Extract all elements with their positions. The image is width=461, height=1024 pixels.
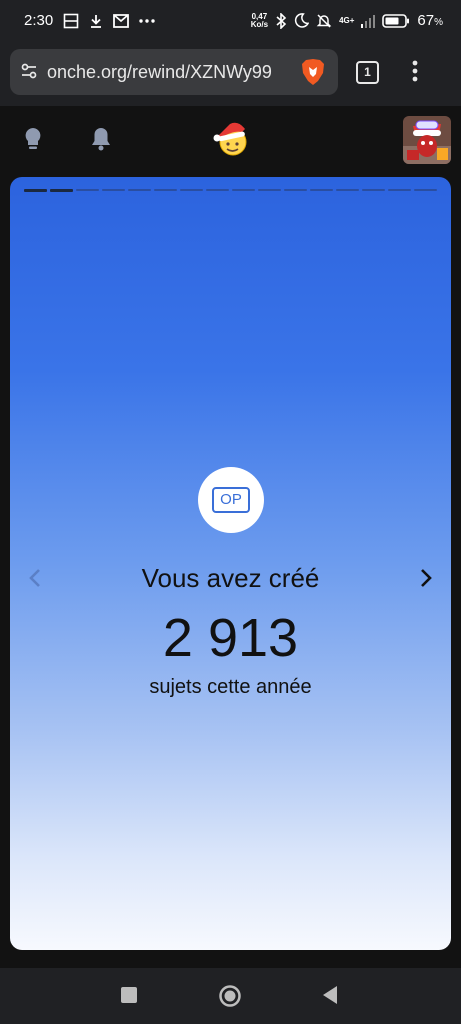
silent-bell-icon (316, 13, 332, 28)
santa-smiley-logo-icon[interactable] (212, 120, 250, 158)
progress-segment (24, 189, 47, 192)
system-navigation-bar (0, 968, 461, 1024)
more-notifications-icon (139, 18, 155, 23)
progress-segment (50, 189, 73, 192)
progress-segment (154, 189, 177, 191)
progress-segment (284, 189, 307, 191)
progress-segment (258, 189, 281, 191)
notifications-bell-icon[interactable] (90, 126, 112, 152)
story-progress-bar (24, 189, 437, 192)
op-badge-icon: OP (212, 487, 250, 513)
mail-icon (113, 13, 130, 28)
brave-shields-icon[interactable] (300, 58, 326, 86)
battery-percent: 67 (417, 12, 435, 29)
progress-segment (414, 189, 437, 191)
home-button-icon[interactable] (218, 984, 242, 1008)
progress-segment (388, 189, 411, 191)
battery-unit: % (434, 17, 443, 28)
progress-segment (76, 189, 99, 191)
tab-switcher-button[interactable]: 1 (356, 61, 379, 84)
do-not-disturb-moon-icon (295, 13, 310, 28)
site-header (0, 106, 461, 170)
user-avatar[interactable] (403, 116, 451, 164)
browser-menu-icon[interactable] (412, 60, 418, 82)
progress-segment (180, 189, 203, 191)
back-button-icon[interactable] (321, 984, 339, 1006)
progress-segment (362, 189, 385, 191)
signal-icon (361, 14, 376, 28)
site-settings-icon[interactable] (20, 62, 38, 80)
progress-segment (310, 189, 333, 191)
battery-icon (382, 13, 410, 28)
avatar-image (403, 116, 451, 164)
progress-segment (336, 189, 359, 191)
screen: 2:30 0,47 Ko/s 4G+ 67% onche.org/rewind/… (0, 0, 461, 1024)
network-type: 4G+ (339, 16, 355, 25)
bluetooth-icon (276, 12, 287, 29)
address-bar[interactable]: onche.org/rewind/XZNWy99 (10, 49, 338, 95)
progress-segment (128, 189, 151, 191)
card-subtitle: sujets cette année (149, 676, 312, 698)
status-left: 2:30 (24, 12, 155, 29)
clock: 2:30 (24, 12, 54, 29)
recent-apps-button[interactable] (121, 987, 137, 1003)
net-speed-unit: Ko/s (250, 19, 269, 29)
browser-toolbar: onche.org/rewind/XZNWy99 1 (0, 44, 461, 106)
status-bar: 2:30 0,47 Ko/s 4G+ 67% (0, 0, 461, 44)
progress-segment (232, 189, 255, 191)
progress-segment (206, 189, 229, 191)
url-text[interactable]: onche.org/rewind/XZNWy99 (47, 62, 297, 83)
op-icon-circle: OP (198, 467, 264, 533)
status-right: 0,47 Ko/s 4G+ 67% (251, 12, 443, 29)
net-speed: 0,47 Ko/s (250, 12, 269, 29)
card-headline: Vous avez créé (141, 563, 320, 593)
lightbulb-icon[interactable] (22, 126, 44, 152)
download-icon (91, 14, 102, 28)
battery-level: 67% (417, 12, 443, 29)
topics-count: 2 913 (162, 608, 299, 668)
screenshot-icon (63, 13, 79, 28)
rewind-card[interactable]: OP Vous avez créé 2 913 sujets cette ann… (10, 177, 451, 950)
progress-segment (102, 189, 125, 191)
